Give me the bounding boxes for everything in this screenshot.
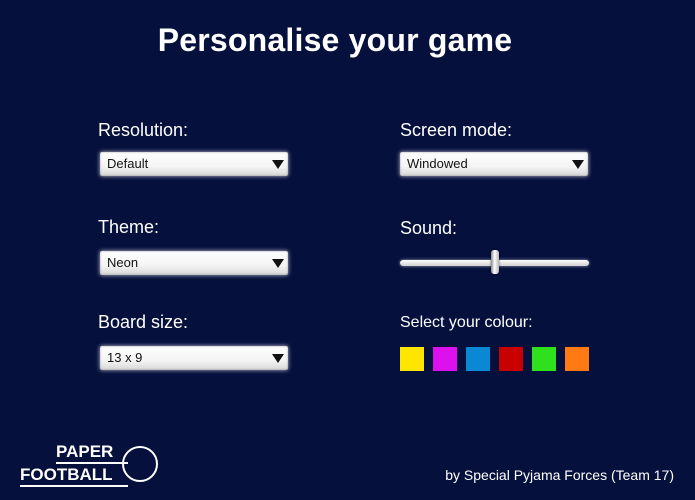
theme-value: Neon [107, 255, 139, 270]
colour-label: Select your colour: [400, 314, 533, 331]
sound-label: Sound: [400, 218, 458, 238]
colour-swatch-5[interactable] [532, 347, 556, 371]
colour-swatches [400, 347, 589, 371]
page-title: Personalise your game [157, 22, 513, 58]
screen-mode-label: Screen mode: [400, 120, 513, 140]
credit-text: by Special Pyjama Forces (Team 17) [445, 467, 674, 483]
screen-mode-value: Windowed [407, 156, 468, 171]
logo: PAPER FOOTBALL [20, 442, 165, 488]
colour-swatch-1[interactable] [400, 347, 424, 371]
chevron-down-icon [572, 160, 584, 169]
theme-label: Theme: [98, 217, 160, 237]
resolution-select[interactable]: Default [100, 152, 288, 176]
board-size-value: 13 x 9 [107, 350, 143, 365]
chevron-down-icon [272, 354, 284, 363]
resolution-label: Resolution: [98, 120, 189, 140]
logo-underline [56, 462, 128, 464]
football-icon [122, 446, 158, 482]
colour-swatch-6[interactable] [565, 347, 589, 371]
board-size-label: Board size: [98, 312, 189, 332]
theme-select[interactable]: Neon [100, 251, 288, 275]
screen-mode-select[interactable]: Windowed [400, 152, 588, 176]
colour-swatch-4[interactable] [499, 347, 523, 371]
resolution-value: Default [107, 156, 149, 171]
chevron-down-icon [272, 259, 284, 268]
logo-text-football: FOOTBALL [20, 465, 113, 484]
board-size-select[interactable]: 13 x 9 [100, 346, 288, 370]
logo-text-paper: PAPER [56, 442, 114, 461]
sound-slider-thumb[interactable] [490, 250, 499, 274]
colour-swatch-3[interactable] [466, 347, 490, 371]
colour-swatch-2[interactable] [433, 347, 457, 371]
logo-underline [20, 485, 128, 487]
chevron-down-icon [272, 160, 284, 169]
